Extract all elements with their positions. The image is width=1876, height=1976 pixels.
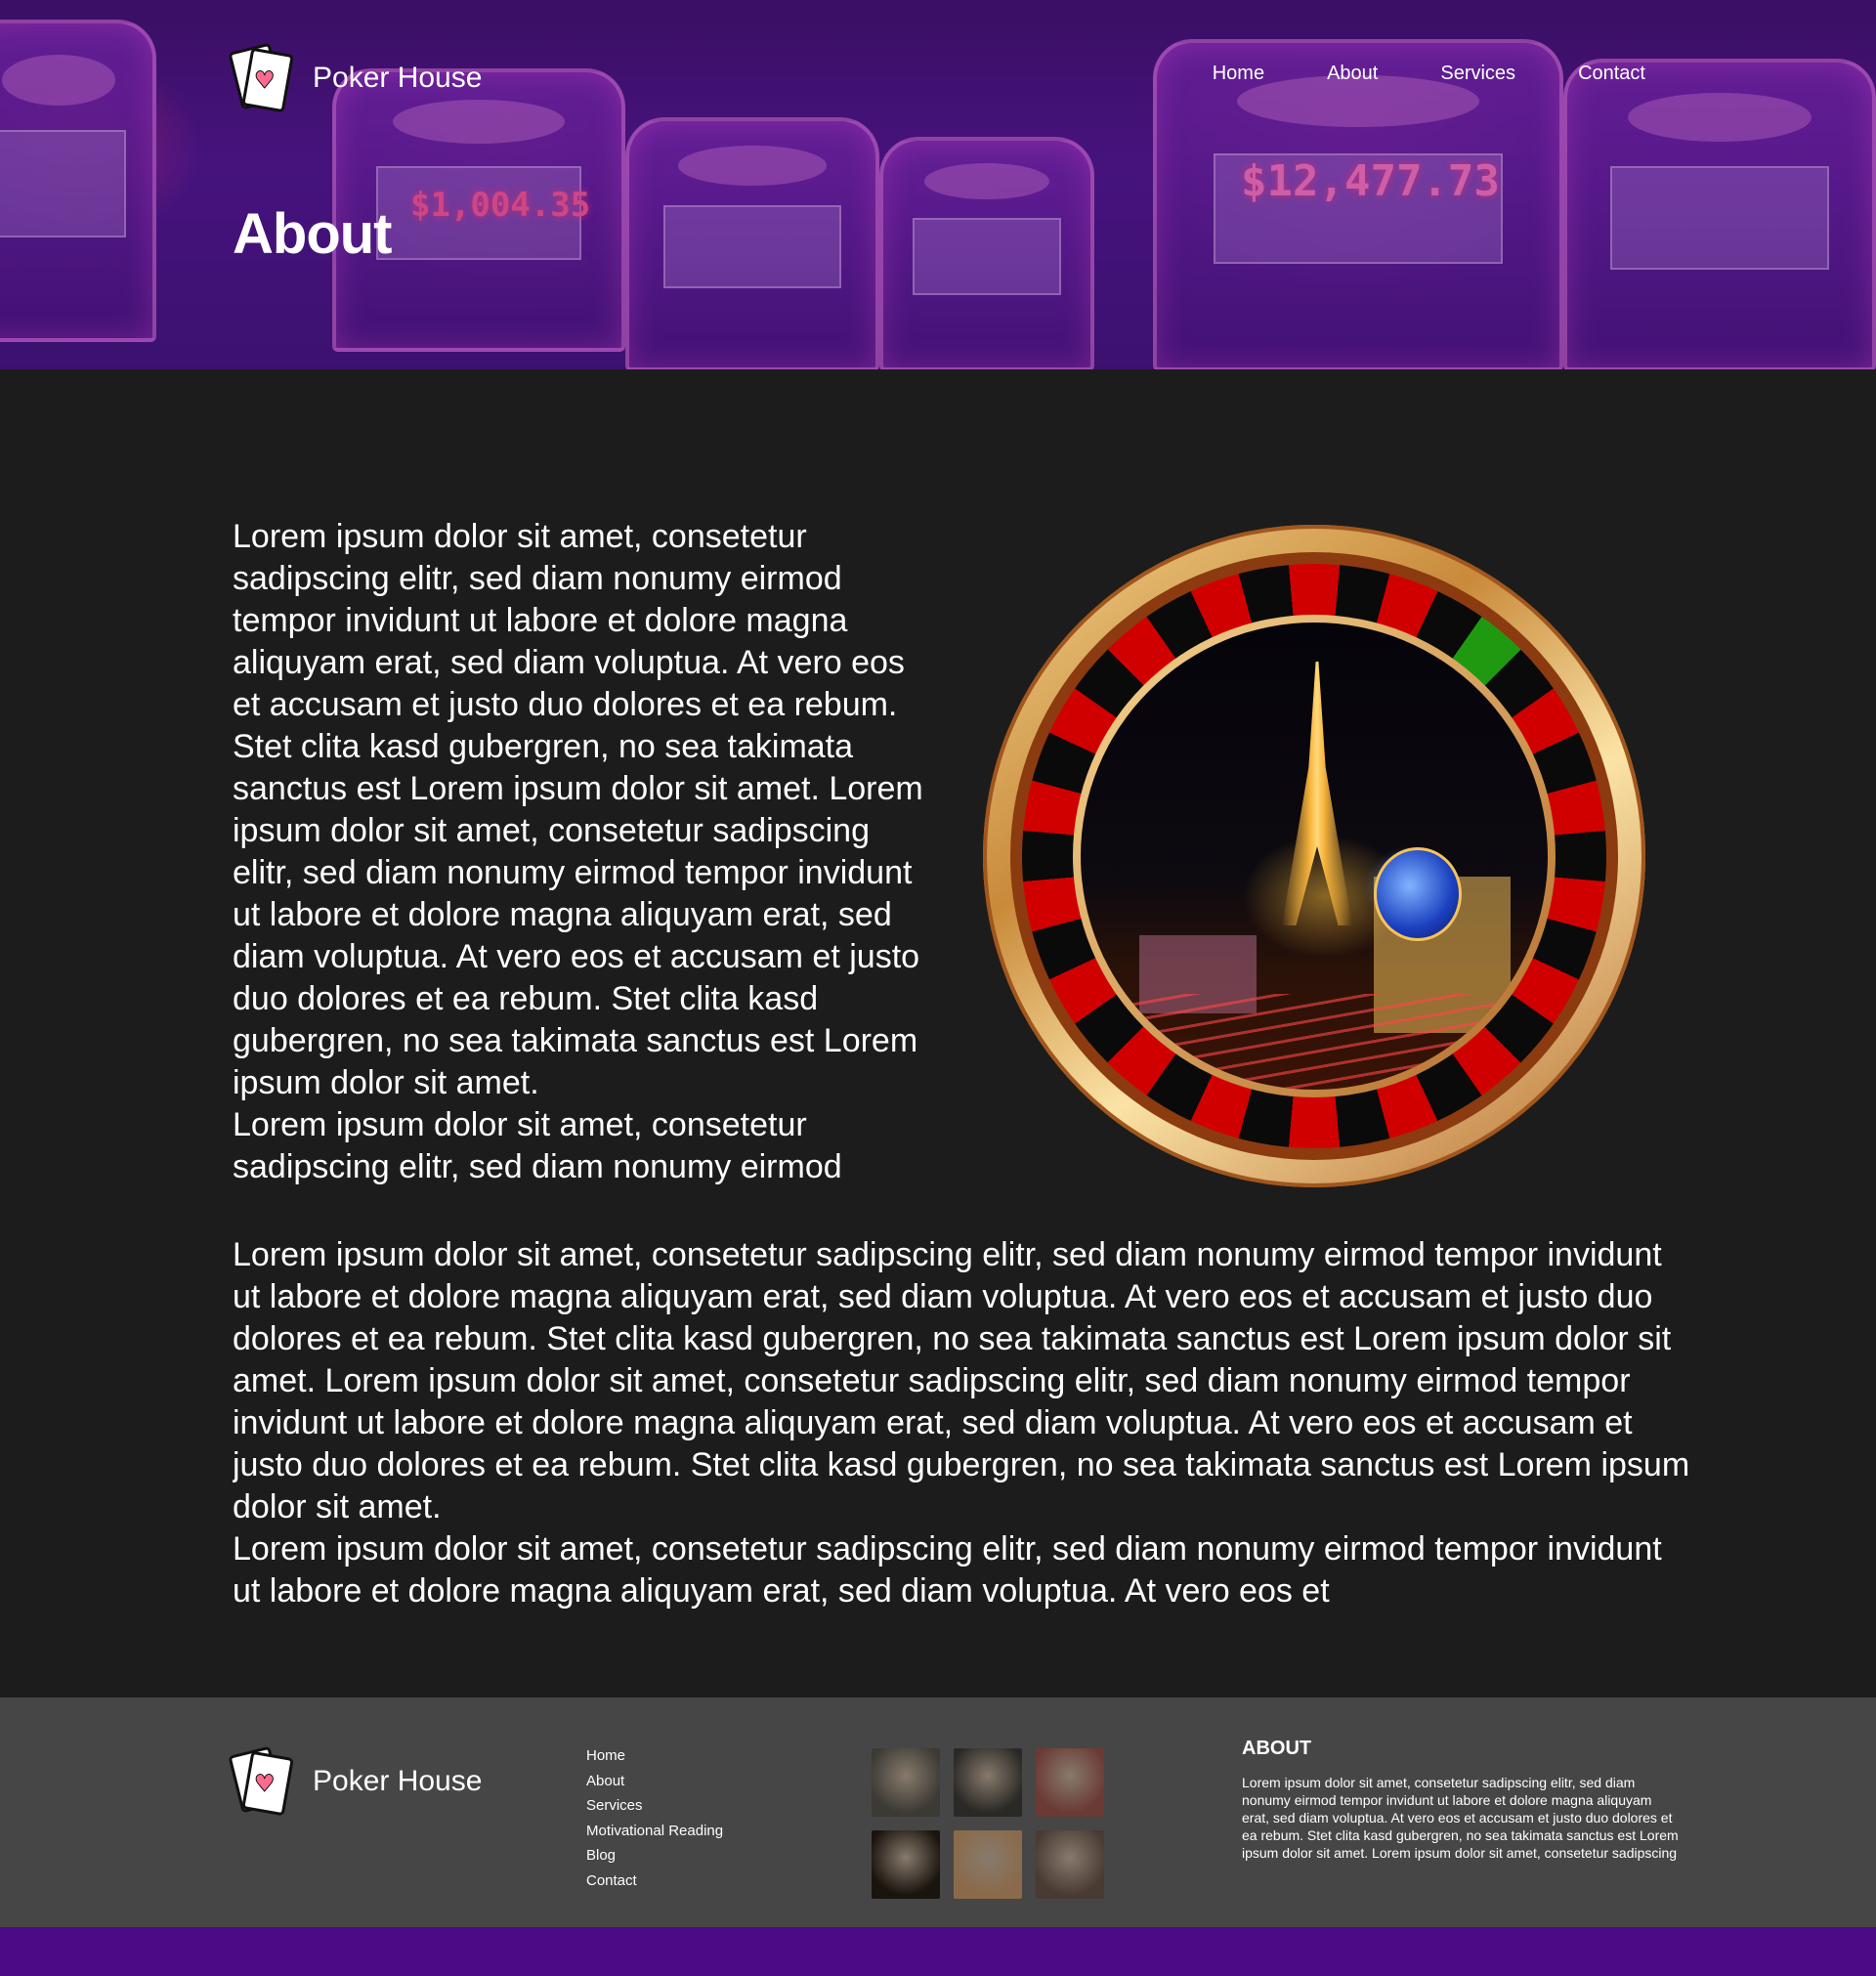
footer-nav: Home About Services Motivational Reading… (586, 1743, 723, 1894)
eiffel-tower-image (1282, 662, 1352, 925)
about-paragraph: Lorem ipsum dolor sit amet, consetetur s… (233, 518, 923, 1101)
page-title: About (233, 202, 392, 266)
roulette-wheel-image (983, 525, 1645, 1187)
footer: ♥ Poker House Home About Services Motiva… (0, 1697, 1876, 1927)
nav-about[interactable]: About (1327, 63, 1378, 85)
about-paragraph: Lorem ipsum dolor sit amet, consetetur s… (233, 1236, 1690, 1525)
gallery-thumbnail[interactable] (872, 1748, 940, 1817)
bottom-accent-bar (0, 1927, 1876, 1976)
header-brand[interactable]: ♥ Poker House (228, 42, 483, 113)
footer-brand[interactable]: ♥ Poker House (228, 1745, 483, 1817)
nav-contact[interactable]: Contact (1578, 63, 1645, 85)
gallery-thumbnail[interactable] (1036, 1748, 1104, 1817)
paris-balloon-sign-image (1374, 847, 1462, 941)
gallery-thumbnail[interactable] (954, 1830, 1022, 1899)
brand-name: Poker House (313, 1765, 483, 1797)
brand-name: Poker House (313, 62, 483, 94)
footer-gallery (872, 1748, 1104, 1899)
footer-link-home[interactable]: Home (586, 1743, 723, 1769)
footer-about: ABOUT Lorem ipsum dolor sit amet, conset… (1242, 1738, 1682, 1862)
about-column-text: Lorem ipsum dolor sit amet, consetetur s… (233, 516, 936, 1224)
las-vegas-night-photo (1081, 623, 1548, 1090)
hero-banner: $1,004.35 $12,477.73 ♥ Poker House Home … (0, 0, 1876, 369)
footer-about-title: ABOUT (1242, 1738, 1312, 1759)
gallery-thumbnail[interactable] (954, 1748, 1022, 1817)
nav-home[interactable]: Home (1213, 63, 1264, 85)
footer-link-blog[interactable]: Blog (586, 1843, 723, 1869)
about-full-text: Lorem ipsum dolor sit amet, consetetur s… (233, 1234, 1698, 1625)
footer-link-about[interactable]: About (586, 1769, 723, 1794)
about-paragraph: Lorem ipsum dolor sit amet, consetetur s… (233, 1530, 1662, 1610)
footer-about-text: Lorem ipsum dolor sit amet, consetetur s… (1242, 1775, 1679, 1861)
playing-cards-logo-icon: ♥ (228, 1745, 294, 1817)
footer-link-motivational-reading[interactable]: Motivational Reading (586, 1819, 723, 1844)
playing-cards-logo-icon: ♥ (228, 42, 294, 113)
footer-link-services[interactable]: Services (586, 1793, 723, 1819)
main-nav: Home About Services Contact (1213, 63, 1645, 85)
footer-link-contact[interactable]: Contact (586, 1869, 723, 1894)
nav-services[interactable]: Services (1440, 63, 1515, 85)
about-paragraph: Lorem ipsum dolor sit amet, consetetur s… (233, 1106, 842, 1185)
gallery-thumbnail[interactable] (872, 1830, 940, 1899)
gallery-thumbnail[interactable] (1036, 1830, 1104, 1899)
